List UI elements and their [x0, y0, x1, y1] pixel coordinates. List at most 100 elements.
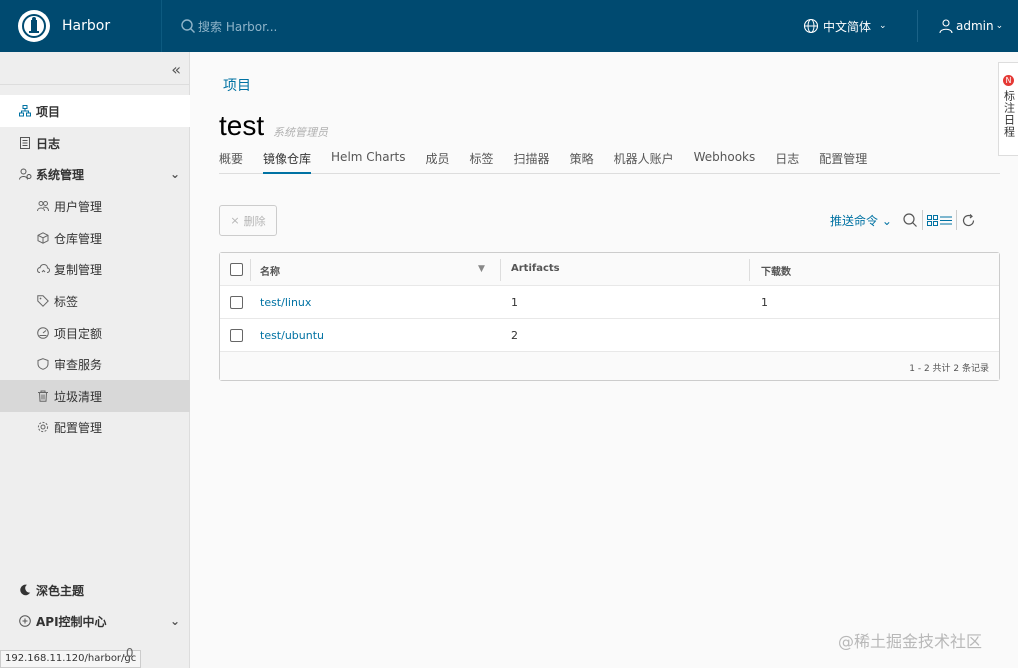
admin-icon [18, 167, 32, 181]
sidebar-item-interrogation-services[interactable]: 审查服务 [0, 348, 190, 380]
status-url-tooltip: 192.168.11.120/harbor/gc [0, 650, 142, 668]
watermark: @稀土掘金技术社区 [838, 632, 983, 651]
tab-logs[interactable]: 日志 [775, 150, 799, 174]
user-icon [939, 19, 953, 34]
search-icon [181, 19, 195, 33]
delete-button[interactable]: × 删除 [219, 205, 277, 236]
select-all-checkbox[interactable] [230, 263, 243, 276]
tag-icon [36, 294, 50, 308]
table-row[interactable]: test/linux 1 1 [220, 286, 999, 319]
sidebar-item-label: 标签 [54, 294, 79, 309]
top-header: Harbor 搜索 Harbor... 中文简体 ⌄ admin ⌄ [0, 0, 1018, 52]
harbor-logo-icon [18, 10, 50, 42]
moon-icon [18, 583, 32, 597]
delete-label: 删除 [243, 214, 266, 228]
list-view-icon[interactable] [939, 215, 952, 226]
dark-theme-toggle[interactable]: 深色主题 [0, 574, 190, 606]
chevron-down-icon[interactable]: ⌄ [170, 614, 180, 628]
column-header-name[interactable]: 名称 [260, 263, 280, 278]
sidebar-item-projects[interactable]: 项目 [0, 95, 190, 127]
card-view-icon[interactable] [926, 214, 938, 226]
tab-helm-charts[interactable]: Helm Charts [331, 150, 405, 174]
row-checkbox[interactable] [230, 329, 243, 342]
brand-name: Harbor [62, 18, 111, 34]
pull-count: 1 [761, 296, 768, 309]
close-icon: × [230, 214, 240, 227]
sidebar-item-label: 项目 [36, 104, 61, 119]
project-icon [18, 104, 32, 118]
sidebar-item-label: 仓库管理 [54, 231, 103, 246]
row-checkbox[interactable] [230, 296, 243, 309]
trash-icon [36, 389, 50, 403]
filter-icon[interactable]: ▼ [478, 264, 485, 274]
log-icon [18, 136, 32, 150]
registry-icon [36, 231, 50, 245]
header-divider [917, 10, 918, 42]
sidebar-item-users[interactable]: 用户管理 [0, 190, 190, 222]
sidebar-item-label: 系统管理 [36, 167, 85, 182]
api-center-link[interactable]: API控制中心 ⌄ [0, 605, 190, 637]
sidebar-item-quotas[interactable]: 项目定额 [0, 317, 190, 349]
sidebar-divider [0, 84, 190, 85]
version-text: .0 [122, 646, 134, 660]
api-icon [18, 614, 32, 628]
column-header-artifacts[interactable]: Artifacts [511, 263, 560, 274]
tab-summary[interactable]: 概要 [219, 150, 243, 174]
tab-scanner[interactable]: 扫描器 [514, 150, 550, 174]
sidebar-item-label: 日志 [36, 136, 61, 151]
artifacts-count: 1 [511, 296, 518, 309]
sidebar: « 项目 日志 系统管理 ⌄ 用户管理 仓库管理 复制管理 标签 项目定额 审查… [0, 52, 190, 668]
brand[interactable]: Harbor [0, 0, 162, 52]
tab-configuration[interactable]: 配置管理 [819, 150, 867, 174]
sidebar-item-logs[interactable]: 日志 [0, 127, 190, 159]
tab-robot-accounts[interactable]: 机器人账户 [614, 150, 674, 174]
sidebar-item-configuration[interactable]: 配置管理 [0, 411, 190, 443]
tab-policy[interactable]: 策略 [570, 150, 594, 174]
repository-name-link[interactable]: test/ubuntu [260, 329, 324, 342]
toolbar-divider [921, 210, 923, 230]
replication-icon [36, 262, 50, 276]
sidebar-item-labels[interactable]: 标签 [0, 285, 190, 317]
tab-repositories[interactable]: 镜像仓库 [263, 150, 312, 174]
sidebar-item-label: 用户管理 [54, 199, 103, 214]
globe-icon [803, 18, 819, 34]
tab-webhooks[interactable]: Webhooks [694, 150, 756, 174]
sidebar-item-garbage-collection[interactable]: 垃圾清理 [0, 380, 190, 412]
sidebar-item-admin[interactable]: 系统管理 ⌄ [0, 158, 190, 190]
shield-icon [36, 357, 50, 371]
api-center-label: API控制中心 [36, 614, 107, 629]
push-command-dropdown[interactable]: 推送命令 ⌄ [830, 212, 892, 229]
search-icon[interactable] [902, 212, 918, 228]
user-menu[interactable]: admin ⌄ [938, 0, 1003, 52]
sidebar-item-label: 垃圾清理 [54, 389, 103, 404]
project-tabs: 概要 镜像仓库 Helm Charts 成员 标签 扫描器 策略 机器人账户 W… [219, 150, 1000, 174]
sidebar-item-label: 复制管理 [54, 262, 103, 277]
repository-name-link[interactable]: test/linux [260, 296, 311, 309]
sidebar-item-label: 审查服务 [54, 357, 103, 372]
search-placeholder: 搜索 Harbor... [198, 19, 278, 34]
artifacts-count: 2 [511, 329, 518, 342]
column-divider [250, 259, 251, 281]
sidebar-item-replications[interactable]: 复制管理 [0, 253, 190, 285]
column-header-pulls[interactable]: 下载数 [761, 263, 791, 278]
table-toolbar: 推送命令 ⌄ [830, 210, 976, 230]
notification-badge: N [1003, 75, 1014, 86]
breadcrumb[interactable]: 项目 [223, 75, 251, 95]
sidebar-item-registries[interactable]: 仓库管理 [0, 222, 190, 254]
chevron-down-icon[interactable]: ⌄ [170, 167, 180, 181]
collapse-sidebar-icon[interactable]: « [171, 60, 181, 79]
tab-labels[interactable]: 标签 [470, 150, 494, 174]
floating-side-widget[interactable]: N 标注日程 [998, 62, 1018, 156]
column-divider [749, 259, 750, 281]
global-search[interactable]: 搜索 Harbor... [180, 18, 780, 35]
toolbar-divider [955, 210, 957, 230]
language-selector[interactable]: 中文简体 ⌄ [803, 0, 887, 52]
dark-theme-label: 深色主题 [36, 583, 85, 598]
table-row[interactable]: test/ubuntu 2 [220, 319, 999, 352]
project-role: 系统管理员 [273, 126, 328, 139]
tab-members[interactable]: 成员 [426, 150, 450, 174]
refresh-icon[interactable] [961, 213, 976, 228]
quota-icon [36, 326, 50, 340]
table-footer: 1 - 2 共计 2 条记录 [220, 352, 999, 380]
repositories-table: 名称 ▼ Artifacts 下载数 test/linux 1 1 test/u… [219, 252, 1000, 381]
